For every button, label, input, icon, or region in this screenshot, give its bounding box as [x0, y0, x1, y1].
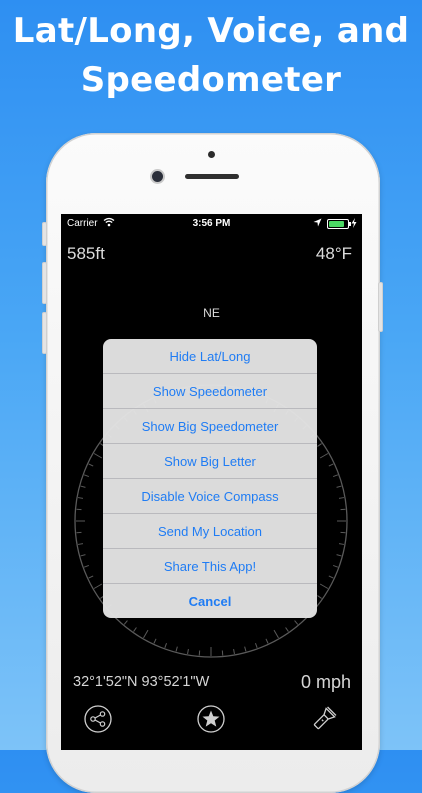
compass-tick — [339, 544, 344, 545]
compass-tick — [81, 555, 86, 556]
cancel-button[interactable]: Cancel — [103, 584, 317, 618]
compass-tick — [274, 630, 279, 638]
share-icon[interactable] — [83, 704, 113, 739]
share-this-app-button[interactable]: Share This App! — [103, 549, 317, 584]
show-big-speedometer-button[interactable]: Show Big Speedometer — [103, 409, 317, 444]
battery-icon — [327, 219, 349, 229]
star-icon[interactable] — [196, 704, 226, 739]
compass-tick — [124, 621, 127, 625]
disable-voice-compass-button[interactable]: Disable Voice Compass — [103, 479, 317, 514]
compass-tick — [295, 621, 298, 625]
compass-tick — [188, 649, 189, 654]
compass-tick — [266, 639, 268, 644]
compass-tick — [333, 475, 338, 477]
headline-line-1: Lat/Long, Voice, and — [0, 14, 422, 48]
compass-tick — [154, 639, 156, 644]
compass-tick — [333, 565, 338, 567]
send-my-location-button[interactable]: Send My Location — [103, 514, 317, 549]
front-camera — [152, 171, 163, 182]
earpiece-speaker — [185, 174, 239, 179]
options-action-sheet: Hide Lat/Long Show Speedometer Show Big … — [103, 339, 317, 618]
compass-tick — [94, 584, 102, 589]
compass-tick — [329, 576, 334, 578]
compass-tick — [255, 643, 257, 648]
volume-down-button — [42, 312, 47, 354]
compass-tick — [176, 647, 177, 652]
compass-tick — [78, 544, 83, 545]
headline-line-2: Speedometer — [0, 63, 422, 97]
compass-tick — [134, 627, 137, 631]
compass-tick — [78, 498, 83, 499]
compass-tick — [84, 475, 89, 477]
compass-tick — [144, 630, 149, 638]
volume-up-button — [42, 262, 47, 304]
phone-screen: Carrier 3:56 PM 585ft 48°F NE 32°1'52"N … — [61, 214, 362, 750]
compass-tick — [339, 498, 344, 499]
altitude-readout: 585ft — [67, 244, 105, 264]
charging-bolt-icon — [351, 218, 357, 231]
speed-readout: 0 mph — [301, 672, 351, 693]
compass-tick — [317, 596, 321, 599]
status-bar: Carrier 3:56 PM — [61, 214, 362, 232]
temperature-readout: 48°F — [316, 244, 352, 264]
show-speedometer-button[interactable]: Show Speedometer — [103, 374, 317, 409]
compass-tick — [317, 444, 321, 447]
lat-long-readout: 32°1'52"N 93°52'1"W — [73, 674, 209, 690]
compass-tick — [94, 454, 102, 459]
compass-tick — [329, 464, 334, 466]
heading-direction: NE — [61, 306, 362, 320]
compass-tick — [337, 486, 342, 487]
compass-tick — [245, 647, 246, 652]
compass-tick — [286, 627, 289, 631]
compass-tick — [234, 649, 235, 654]
compass-tick — [84, 565, 89, 567]
power-button — [378, 282, 383, 332]
compass-tick — [81, 486, 86, 487]
show-big-letter-button[interactable]: Show Big Letter — [103, 444, 317, 479]
compass-tick — [320, 584, 328, 589]
compass-tick — [165, 643, 167, 648]
compass-tick — [89, 464, 94, 466]
compass-tick — [337, 555, 342, 556]
location-arrow-icon — [313, 218, 322, 230]
proximity-sensor — [208, 151, 215, 158]
compass-tick — [320, 454, 328, 459]
hide-lat-long-button[interactable]: Hide Lat/Long — [103, 339, 317, 374]
flashlight-icon[interactable] — [309, 704, 339, 739]
compass-tick — [89, 576, 94, 578]
mute-switch — [42, 222, 47, 246]
